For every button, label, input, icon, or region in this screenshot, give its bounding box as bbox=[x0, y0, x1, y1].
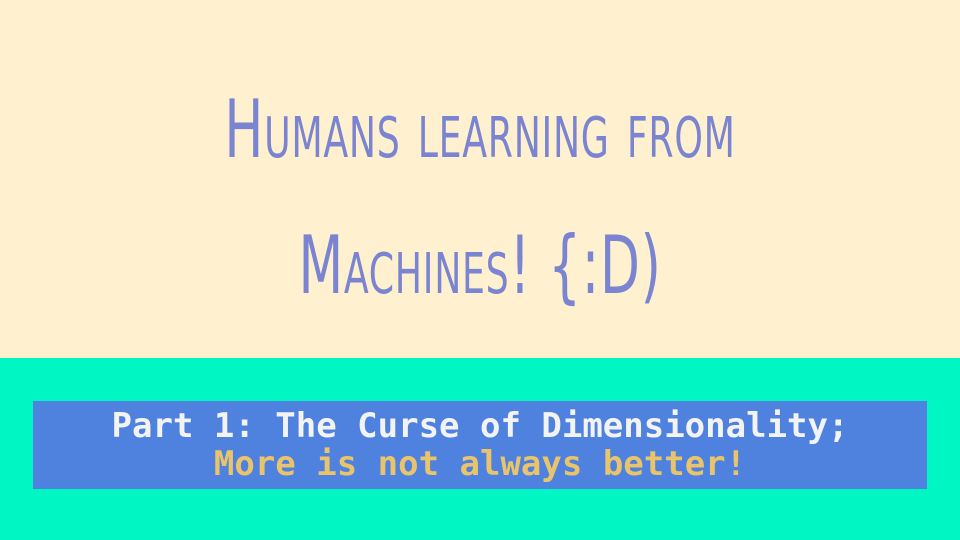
subtitle-box: Part 1: The Curse of Dimensionality; Mor… bbox=[33, 401, 927, 489]
slide-title: Humans learning from Machines! {:D) bbox=[134, 62, 825, 334]
slide-title-line-1: Humans learning from bbox=[224, 83, 736, 176]
subtitle-line-1: Part 1: The Curse of Dimensionality; bbox=[111, 406, 849, 446]
slide-title-line-2: Machines! {:D) bbox=[298, 219, 662, 312]
title-panel: Humans learning from Machines! {:D) bbox=[0, 0, 960, 358]
subtitle-line-2: More is not always better! bbox=[213, 444, 747, 484]
